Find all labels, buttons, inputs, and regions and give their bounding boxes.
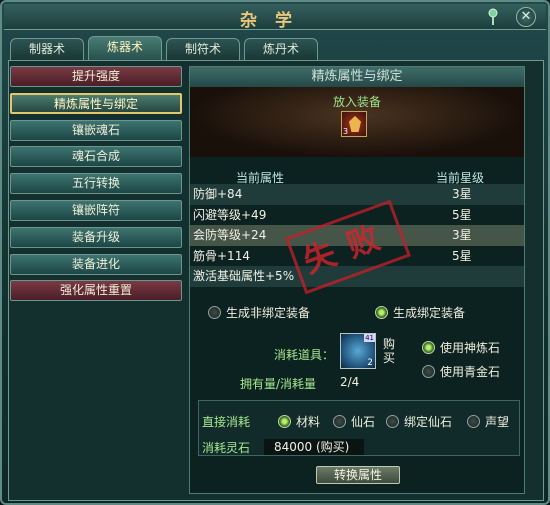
sidebar-item-refine-bind[interactable]: 精炼属性与绑定 xyxy=(10,92,182,114)
tab-lianqi[interactable]: 炼器术 xyxy=(88,36,162,60)
item-quantity: 2 xyxy=(367,358,373,368)
qingjin-stone-option[interactable]: 使用青金石 xyxy=(422,363,500,380)
equip-quantity: 3 xyxy=(343,127,349,136)
sidebar: 提升强度 精炼属性与绑定 镶嵌魂石 魂石合成 五行转换 镶嵌阵符 装备升级 装备… xyxy=(10,66,186,307)
radio-off-icon xyxy=(208,306,221,319)
qingjin-stone-label: 使用青金石 xyxy=(440,365,501,379)
radio-off-icon xyxy=(333,415,346,428)
shenlian-stone-label: 使用神炼石 xyxy=(440,341,501,355)
attribute-name: 防御+84 xyxy=(193,187,243,201)
section-title: 精炼属性与绑定 xyxy=(190,67,524,87)
sidebar-item-improve-strength[interactable]: 提升强度 xyxy=(10,66,182,87)
owned-count: 2/4 xyxy=(340,375,360,389)
equip-area: 放入装备 3 xyxy=(190,87,524,157)
sidebar-item-inlay-rune[interactable]: 镶嵌阵符 xyxy=(10,199,182,221)
unbound-equip-option[interactable]: 生成非绑定装备 xyxy=(208,304,310,321)
consume-xianshi-label: 仙石 xyxy=(351,415,376,429)
bound-equip-option[interactable]: 生成绑定装备 xyxy=(375,304,465,321)
sidebar-item-soulstone-synthesis[interactable]: 魂石合成 xyxy=(10,146,182,168)
owned-label: 拥有量/消耗量 xyxy=(240,377,317,391)
convert-attribute-button[interactable]: 转换属性 xyxy=(316,466,400,484)
cost-label: 消耗灵石 xyxy=(202,441,251,455)
tab-bar: 制器术 炼器术 制符术 炼丹术 xyxy=(10,36,318,60)
consume-bound-xianshi-label: 绑定仙石 xyxy=(404,415,453,429)
unbound-equip-label: 生成非绑定装备 xyxy=(226,306,311,320)
sidebar-item-equip-upgrade[interactable]: 装备升级 xyxy=(10,226,182,248)
attribute-name: 闪避等级+49 xyxy=(193,207,267,222)
pin-icon[interactable] xyxy=(486,8,500,26)
direct-consume-label: 直接消耗 xyxy=(202,415,251,429)
radio-off-icon xyxy=(467,415,480,428)
tab-liandan[interactable]: 炼丹术 xyxy=(244,38,318,60)
attribute-row: 防御+84 3星 xyxy=(190,184,524,205)
attribute-name: 激活基础属性+5% xyxy=(193,269,295,283)
consume-item-slot[interactable]: 41 2 xyxy=(340,333,376,369)
equip-slot[interactable]: 3 xyxy=(341,111,367,137)
attribute-star: 5星 xyxy=(452,248,472,263)
consume-xianshi-option[interactable]: 仙石 xyxy=(333,413,375,430)
radio-on-icon xyxy=(278,415,291,428)
sidebar-item-equip-evolve[interactable]: 装备进化 xyxy=(10,253,182,275)
consume-prestige-label: 声望 xyxy=(485,415,510,429)
content-area: 精炼属性与绑定 放入装备 3 当前属性 当前星级 防御+84 3星 闪避等级+4… xyxy=(189,66,525,494)
bound-equip-label: 生成绑定装备 xyxy=(393,306,466,320)
attribute-name: 会防等级+24 xyxy=(193,228,267,242)
radio-on-icon xyxy=(375,306,388,319)
consume-material-label: 材料 xyxy=(296,415,321,429)
radio-off-icon xyxy=(422,365,435,378)
shenlian-stone-option[interactable]: 使用神炼石 xyxy=(422,339,500,356)
item-tag: 41 xyxy=(364,334,375,342)
tab-zhifu[interactable]: 制符术 xyxy=(166,38,240,60)
consume-prestige-option[interactable]: 声望 xyxy=(467,413,509,430)
buy-item-link[interactable]: 购买 xyxy=(383,337,397,365)
sidebar-item-inlay-soulstone[interactable]: 镶嵌魂石 xyxy=(10,119,182,141)
cost-value[interactable]: 84000 (购买) xyxy=(264,439,364,455)
tab-zhiqi[interactable]: 制器术 xyxy=(10,38,84,60)
equipment-icon xyxy=(349,116,361,132)
attribute-header: 当前属性 当前星级 xyxy=(190,167,524,185)
title-bar[interactable]: 杂学 ✕ xyxy=(4,4,546,31)
equip-slot-label: 放入装备 xyxy=(332,95,381,109)
attribute-star: 3星 xyxy=(452,228,472,242)
consume-item-label: 消耗道具： xyxy=(274,348,335,362)
close-icon[interactable]: ✕ xyxy=(516,7,536,27)
attribute-star: 3星 xyxy=(452,187,472,201)
radio-off-icon xyxy=(386,415,399,428)
attribute-star: 5星 xyxy=(452,207,472,222)
window-title: 杂学 xyxy=(240,11,310,31)
attribute-name: 筋骨+114 xyxy=(193,248,250,263)
consume-bound-xianshi-option[interactable]: 绑定仙石 xyxy=(386,413,452,430)
consume-material-option[interactable]: 材料 xyxy=(278,413,320,430)
sidebar-item-reset-enhance[interactable]: 强化属性重置 xyxy=(10,280,182,302)
sidebar-item-five-elements[interactable]: 五行转换 xyxy=(10,173,182,195)
radio-on-icon xyxy=(422,341,435,354)
